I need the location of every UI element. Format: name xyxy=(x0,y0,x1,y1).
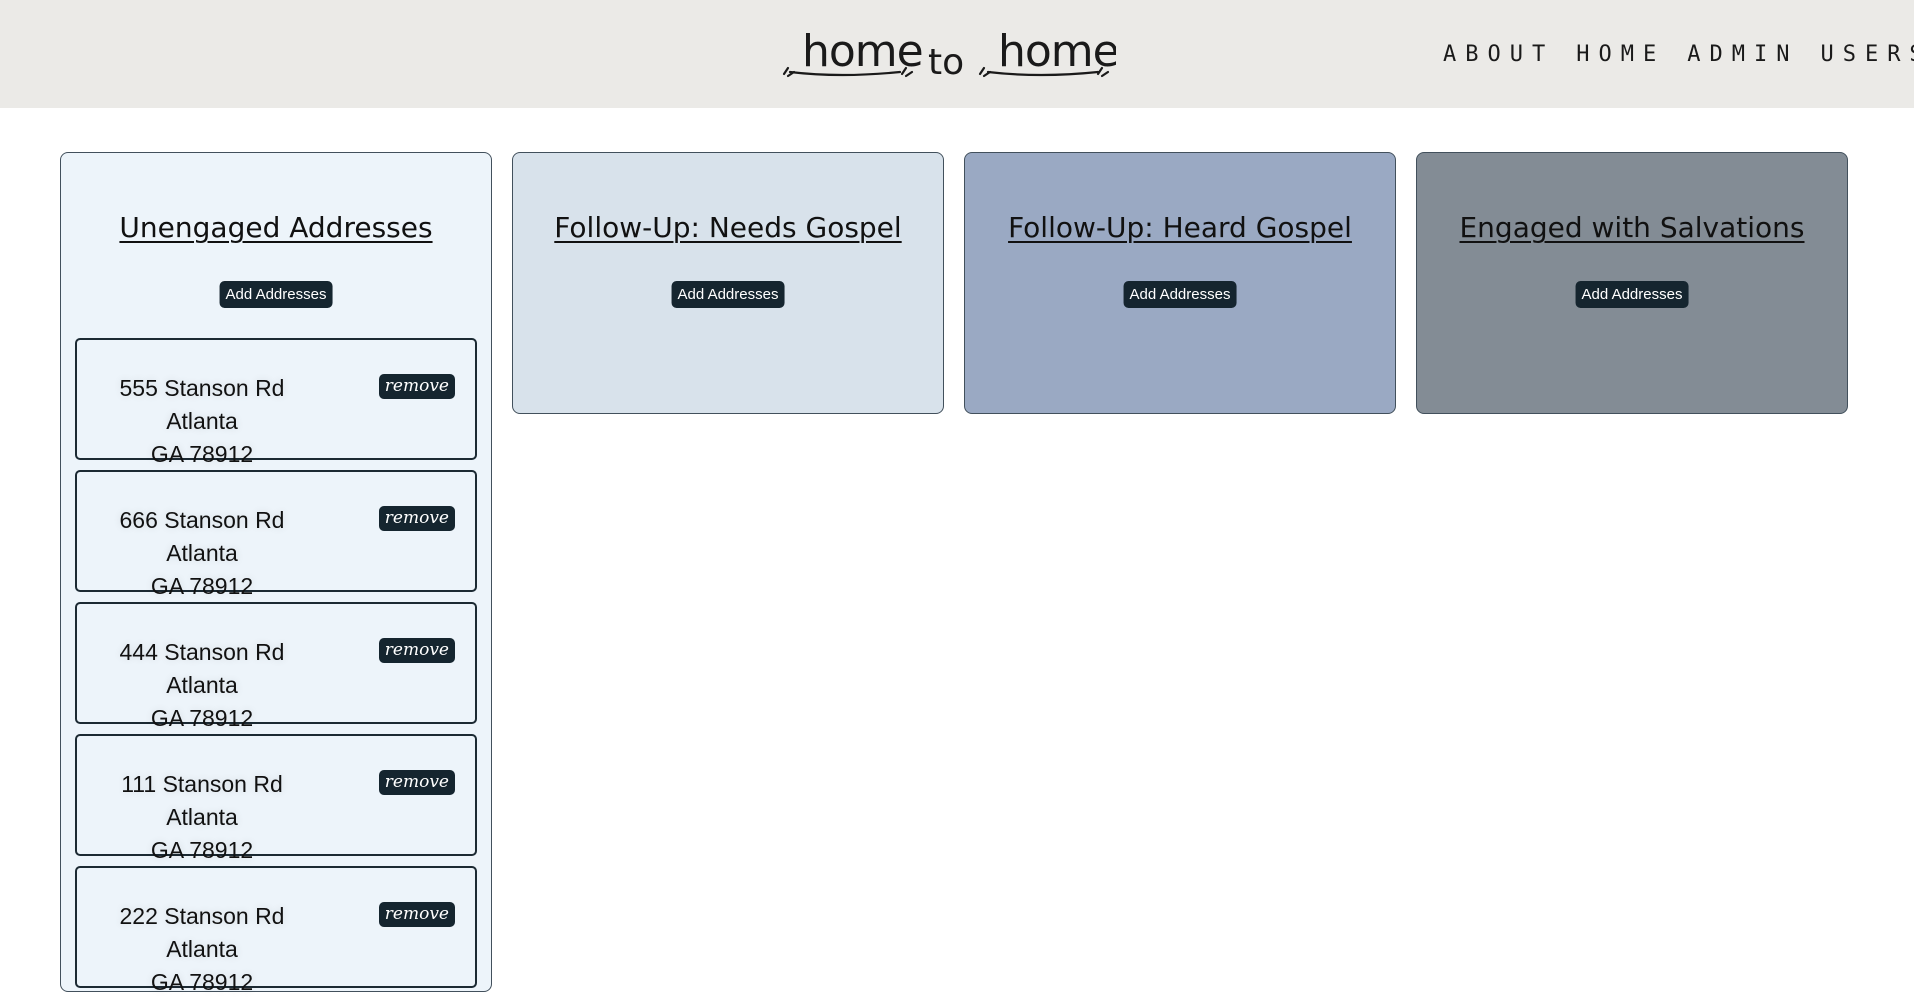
address-list: 555 Stanson Rd Atlanta GA 78912 remove 6… xyxy=(75,338,477,998)
address-card[interactable]: 444 Stanson Rd Atlanta GA 78912 remove xyxy=(75,602,477,731)
address-line2: GA 78912 xyxy=(150,441,254,467)
address-line1: 666 Stanson Rd Atlanta xyxy=(119,507,285,566)
address-text: 444 Stanson Rd Atlanta GA 78912 xyxy=(87,636,317,735)
column-heard-gospel: Follow-Up: Heard Gospel Add Addresses xyxy=(964,152,1396,414)
address-text: 555 Stanson Rd Atlanta GA 78912 xyxy=(87,372,317,471)
logo-word-home-1: home xyxy=(802,26,923,77)
remove-button[interactable]: remove xyxy=(378,902,455,927)
address-card[interactable]: 111 Stanson Rd Atlanta GA 78912 remove xyxy=(75,734,477,863)
column-title: Follow-Up: Heard Gospel xyxy=(1008,211,1352,244)
address-line2: GA 78912 xyxy=(150,837,254,863)
address-line1: 222 Stanson Rd Atlanta xyxy=(119,903,285,962)
remove-button[interactable]: remove xyxy=(378,638,455,663)
address-line1: 111 Stanson Rd Atlanta xyxy=(121,771,283,830)
address-line2: GA 78912 xyxy=(150,705,254,731)
logo-word-to: to xyxy=(928,42,964,83)
address-line1: 555 Stanson Rd Atlanta xyxy=(119,375,285,434)
address-text: 666 Stanson Rd Atlanta GA 78912 xyxy=(87,504,317,603)
address-line1: 444 Stanson Rd Atlanta xyxy=(119,639,285,698)
column-needs-gospel: Follow-Up: Needs Gospel Add Addresses xyxy=(512,152,944,414)
column-unengaged: Unengaged Addresses Add Addresses 555 St… xyxy=(60,152,492,995)
remove-button[interactable]: remove xyxy=(378,770,455,795)
column-title: Engaged with Salvations xyxy=(1459,211,1805,244)
nav-about[interactable]: ABOUT xyxy=(1443,42,1554,67)
site-header: home to home ABOUT HOME ADMIN USERS xyxy=(0,0,1914,108)
column-title: Unengaged Addresses xyxy=(119,211,433,244)
home-to-home-logo[interactable]: home to home xyxy=(780,14,1116,84)
add-addresses-button[interactable]: Add Addresses xyxy=(1575,281,1689,308)
add-addresses-button[interactable]: Add Addresses xyxy=(1123,281,1237,308)
address-text: 222 Stanson Rd Atlanta GA 78912 xyxy=(87,900,317,999)
address-card[interactable]: 666 Stanson Rd Atlanta GA 78912 remove xyxy=(75,470,477,599)
address-line2: GA 78912 xyxy=(150,573,254,599)
column-title: Follow-Up: Needs Gospel xyxy=(554,211,902,244)
column-engaged-salvations: Engaged with Salvations Add Addresses xyxy=(1416,152,1848,414)
add-addresses-button[interactable]: Add Addresses xyxy=(671,281,785,308)
remove-button[interactable]: remove xyxy=(378,506,455,531)
remove-button[interactable]: remove xyxy=(378,374,455,399)
nav-home[interactable]: HOME xyxy=(1576,42,1665,67)
main-nav: ABOUT HOME ADMIN USERS xyxy=(1443,42,1914,67)
address-card[interactable]: 555 Stanson Rd Atlanta GA 78912 remove xyxy=(75,338,477,467)
address-line2: GA 78912 xyxy=(150,969,254,995)
nav-users[interactable]: USERS xyxy=(1820,42,1914,67)
address-text: 111 Stanson Rd Atlanta GA 78912 xyxy=(87,768,317,867)
address-card[interactable]: 222 Stanson Rd Atlanta GA 78912 remove xyxy=(75,866,477,995)
add-addresses-button[interactable]: Add Addresses xyxy=(219,281,333,308)
nav-admin[interactable]: ADMIN xyxy=(1687,42,1798,67)
logo-word-home-2: home xyxy=(998,26,1116,77)
